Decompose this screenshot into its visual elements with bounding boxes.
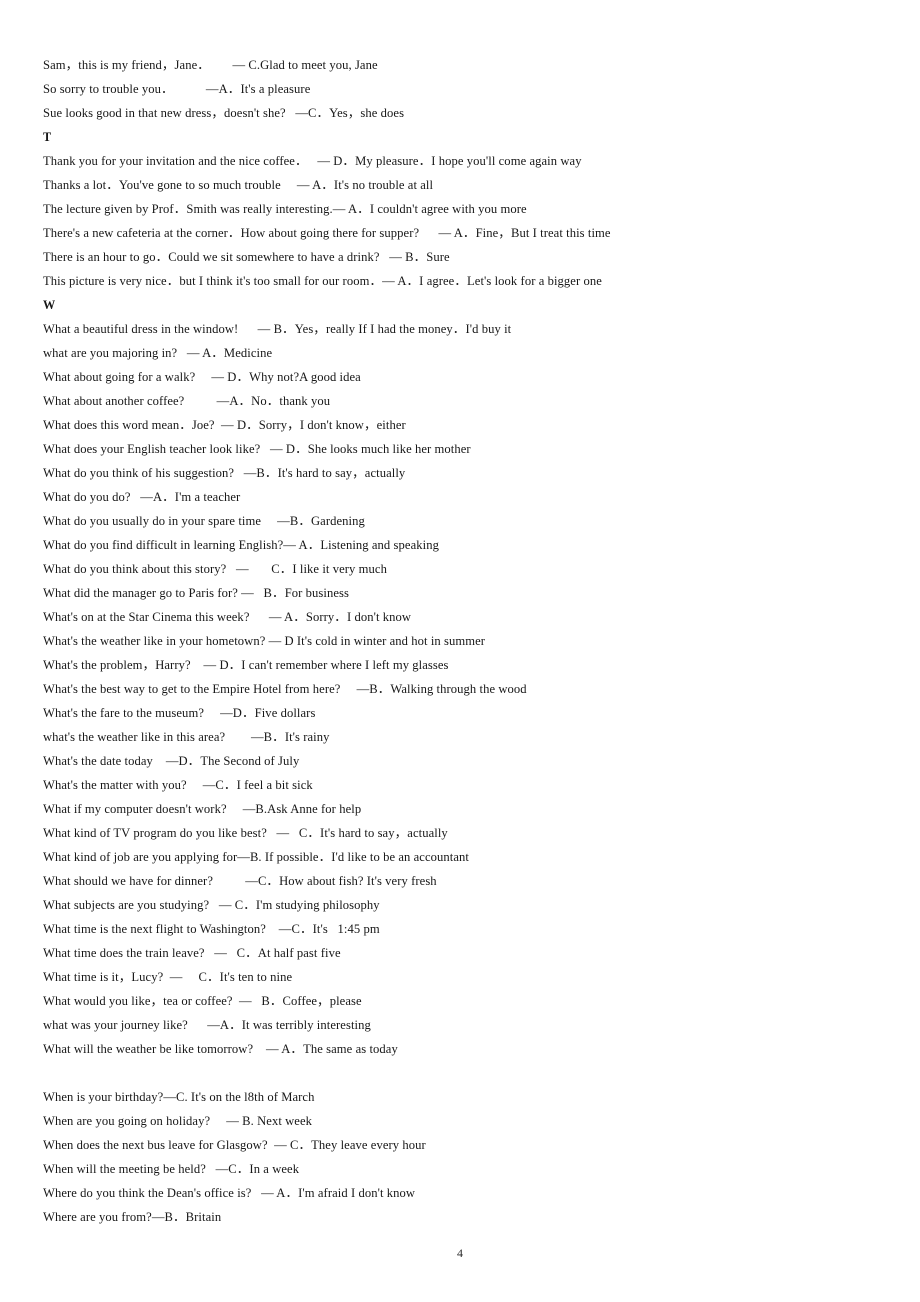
- answer-line: What do you think about this story? — C．…: [43, 562, 387, 576]
- answer-line: What does your English teacher look like…: [43, 442, 471, 456]
- answer-line: Sue looks good in that new dress，doesn't…: [43, 106, 405, 120]
- answer-line: What time is the next flight to Washingt…: [43, 922, 380, 936]
- answer-line: Where are you from?—B．Britain: [43, 1210, 222, 1224]
- answer-line: What would you like，tea or coffee? — B．C…: [43, 994, 362, 1008]
- answer-line: When is your birthday?—C. It's on the l8…: [43, 1090, 315, 1104]
- answer-line: So sorry to trouble you． —A．It's a pleas…: [43, 82, 311, 96]
- section-heading: T: [43, 130, 52, 144]
- answer-line: What subjects are you studying? — C．I'm …: [43, 898, 380, 912]
- answer-line: What if my computer doesn't work? —B.Ask…: [43, 802, 362, 816]
- answer-line: What do you find difficult in learning E…: [43, 538, 439, 552]
- answer-line: What do you do? —A．I'm a teacher: [43, 490, 241, 504]
- answer-line: What's the fare to the museum? —D．Five d…: [43, 706, 316, 720]
- answer-line: what's the weather like in this area? —B…: [43, 730, 330, 744]
- answer-line: What's the best way to get to the Empire…: [43, 682, 527, 696]
- answer-line: What's the matter with you? —C．I feel a …: [43, 778, 313, 792]
- answer-line: What's the problem，Harry? — D．I can't re…: [43, 658, 449, 672]
- answer-line: Sam，this is my friend，Jane． — C.Glad to …: [43, 58, 378, 72]
- answer-line: What about another coffee? —A．No．thank y…: [43, 394, 331, 408]
- answer-line: When does the next bus leave for Glasgow…: [43, 1138, 426, 1152]
- answer-line: Where do you think the Dean's office is?…: [43, 1186, 416, 1200]
- answer-line: When are you going on holiday? — B. Next…: [43, 1114, 313, 1128]
- page-number: 4: [457, 1246, 463, 1260]
- answer-line: What do you usually do in your spare tim…: [43, 514, 365, 528]
- answer-line: What time is it，Lucy? — C．It's ten to ni…: [43, 970, 293, 984]
- answer-line: What a beautiful dress in the window! — …: [43, 322, 512, 336]
- answer-line: This picture is very nice．but I think it…: [43, 274, 602, 288]
- answer-line: What does this word mean．Joe? — D．Sorry，…: [43, 418, 406, 432]
- answer-line: What kind of TV program do you like best…: [43, 826, 448, 840]
- answer-line: What should we have for dinner? —C．How a…: [43, 874, 437, 888]
- answer-line: What about going for a walk? — D．Why not…: [43, 370, 361, 384]
- answer-line: what was your journey like? —A．It was te…: [43, 1018, 371, 1032]
- answer-key-list: Sam，this is my friend，Jane． — C.Glad to …: [43, 53, 883, 1229]
- answer-line: What's on at the Star Cinema this week? …: [43, 610, 412, 624]
- answer-line: What will the weather be like tomorrow? …: [43, 1042, 398, 1056]
- answer-line: Thanks a lot．You've gone to so much trou…: [43, 178, 434, 192]
- section-heading: W: [43, 298, 56, 312]
- answer-line: What's the weather like in your hometown…: [43, 634, 486, 648]
- answer-line: What kind of job are you applying for—B.…: [43, 850, 469, 864]
- answer-line: What time does the train leave? — C．At h…: [43, 946, 341, 960]
- document-page: Sam，this is my friend，Jane． — C.Glad to …: [0, 0, 920, 1302]
- answer-line: The lecture given by Prof．Smith was real…: [43, 202, 527, 216]
- answer-line: what are you majoring in? — A．Medicine: [43, 346, 273, 360]
- answer-line: There's a new cafeteria at the corner．Ho…: [43, 226, 611, 240]
- answer-line: What do you think of his suggestion? —B．…: [43, 466, 406, 480]
- answer-line: There is an hour to go．Could we sit some…: [43, 250, 450, 264]
- answer-line: What did the manager go to Paris for? — …: [43, 586, 349, 600]
- answer-line: When will the meeting be held? —C．In a w…: [43, 1162, 300, 1176]
- answer-line: What's the date today —D．The Second of J…: [43, 754, 300, 768]
- answer-line: Thank you for your invitation and the ni…: [43, 154, 582, 168]
